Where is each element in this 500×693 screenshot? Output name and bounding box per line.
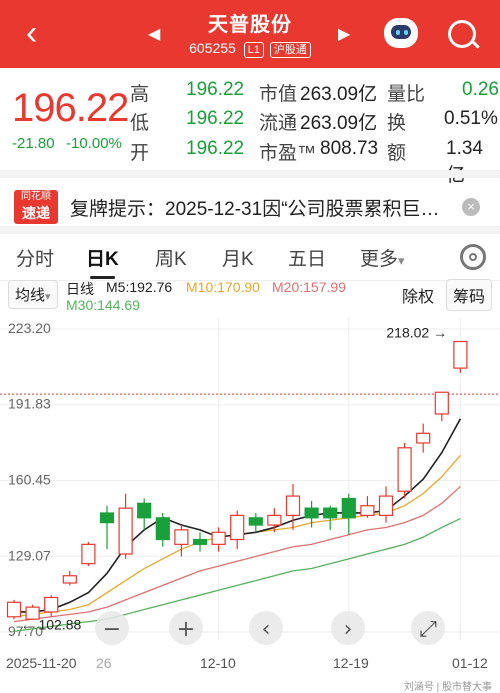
chart-background — [0, 318, 500, 640]
x-tick-label: 12-10 — [200, 655, 236, 671]
candle — [81, 543, 96, 565]
candle — [304, 507, 319, 519]
candle — [416, 432, 431, 444]
watermark-text: 刘涵号 | 股市替大事 — [403, 682, 492, 693]
candle — [6, 601, 22, 618]
y-tick-label: 223.20 — [8, 320, 51, 336]
candle — [192, 538, 208, 545]
min-price-label: ← 102.88 — [21, 616, 82, 632]
candle — [267, 514, 282, 526]
candle — [44, 596, 59, 613]
candle — [155, 517, 170, 541]
candle — [174, 529, 189, 545]
candle — [211, 531, 226, 545]
y-tick-label: 160.45 — [8, 472, 51, 488]
x-tick-label: 01-12 — [452, 655, 488, 671]
candle — [453, 340, 468, 369]
fullscreen-icon: ⤢ — [419, 617, 437, 642]
x-tick-label: 12-19 — [333, 655, 369, 671]
candle — [360, 505, 375, 516]
candle — [248, 517, 263, 526]
candle — [285, 495, 301, 516]
candle — [378, 495, 394, 516]
candle — [137, 502, 152, 519]
kline-chart[interactable]: 223.20191.83160.45129.0797.70 218.02 →← … — [0, 0, 500, 692]
zoom-out-icon: − — [103, 617, 121, 642]
watermark: 刘涵号 | 股市替大事 — [0, 676, 500, 693]
max-price-label: 218.02 → — [386, 325, 447, 341]
candle — [62, 575, 77, 584]
scroll-left-icon: ‹ — [262, 617, 271, 642]
x-tick-label: 26 — [96, 655, 112, 671]
candle — [230, 514, 245, 541]
scroll-right-icon: › — [344, 617, 353, 642]
candle — [99, 512, 115, 524]
candle — [118, 507, 133, 555]
y-tick-label: 129.07 — [8, 547, 51, 563]
candle — [341, 497, 356, 519]
candle — [397, 447, 412, 492]
candle — [434, 391, 449, 415]
x-tick-label: 2025-11-20 — [6, 655, 77, 671]
candle — [323, 507, 338, 519]
zoom-in-icon: + — [177, 617, 195, 642]
y-tick-label: 191.83 — [8, 396, 51, 412]
